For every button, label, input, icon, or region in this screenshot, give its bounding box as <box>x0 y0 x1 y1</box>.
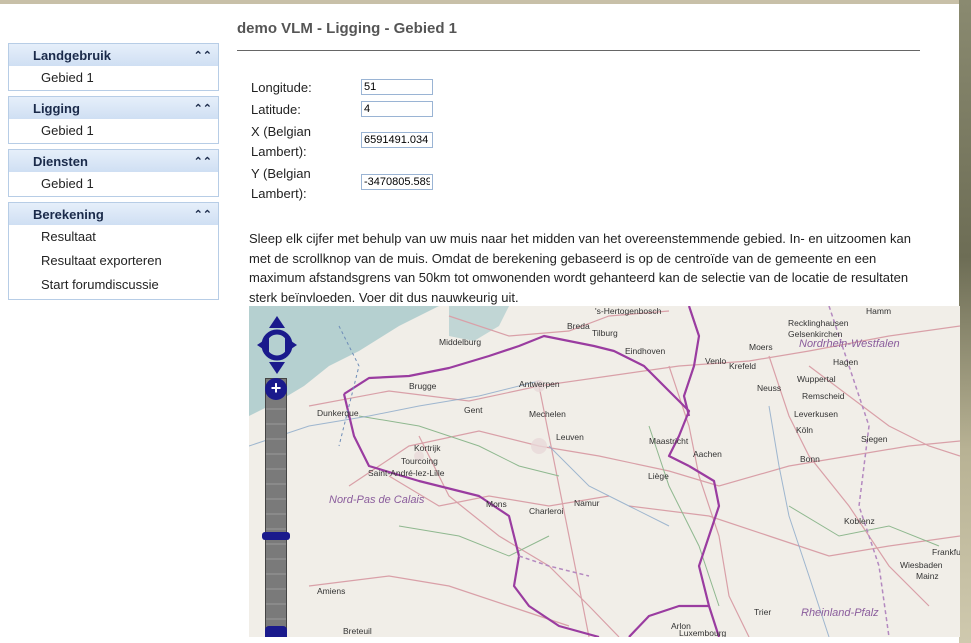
map-region-label: Rheinland-Pfalz <box>801 607 879 619</box>
map-city-label: Breteuil <box>343 626 372 636</box>
map-city-label: Tourcoing <box>401 456 438 466</box>
panel-title: Berekening <box>33 206 104 222</box>
map-city-label: Mechelen <box>529 409 566 419</box>
map-city-label: Frankfurt <box>932 547 960 557</box>
map-city-label: Namur <box>574 498 600 508</box>
panel-header-landgebruik[interactable]: Landgebruik ⌃⌃ <box>9 44 218 66</box>
sidebar-item-gebied-1[interactable]: Gebied 1 <box>9 172 218 196</box>
map-city-label: Middelburg <box>439 337 482 347</box>
panel-berekening: Berekening ⌃⌃ Resultaat Resultaat export… <box>8 202 219 300</box>
map-region-label: Nord-Pas de Calais <box>329 494 425 506</box>
map-city-label: Recklinghausen <box>788 318 849 328</box>
map-city-label: Aachen <box>693 449 722 459</box>
x-label-line2: Lambert): <box>251 144 307 159</box>
map-viewport[interactable]: 's-Hertogenbosch Breda Tilburg Middelburg Ei… <box>249 306 960 637</box>
map-city-label: Brugge <box>409 381 437 391</box>
double-chevron-up-icon[interactable]: ⌃⌃ <box>194 155 212 168</box>
sidebar-item-start-forumdiscussie[interactable]: Start forumdiscussie <box>9 273 218 299</box>
map-city-label: Koblenz <box>844 516 875 526</box>
map-region-label: Nordrhein-Westfalen <box>799 338 900 350</box>
map-city-label: Dunkerque <box>317 408 359 418</box>
title-divider <box>237 50 920 51</box>
panel-header-diensten[interactable]: Diensten ⌃⌃ <box>9 150 218 172</box>
map-city-label: Eindhoven <box>625 346 666 356</box>
map-city-label: Leuven <box>556 432 584 442</box>
map-city-label: Venlo <box>705 356 727 366</box>
map-city-label: Hamm <box>866 306 892 316</box>
map-city-label: Antwerpen <box>519 379 560 389</box>
map-city-label: Saint-André-lez-Lille <box>368 468 445 478</box>
map-city-label: Hagen <box>833 357 859 367</box>
page-title: demo VLM - Ligging - Gebied 1 <box>237 20 457 37</box>
map-city-label: 's-Hertogenbosch <box>595 306 662 316</box>
x-lambert-field[interactable] <box>361 132 433 148</box>
map-city-label: Neuss <box>757 383 782 393</box>
map-city-label: Kortrijk <box>414 443 441 453</box>
pan-arrows-icon[interactable] <box>257 316 297 374</box>
zoom-bar[interactable] <box>265 378 287 637</box>
x-label-line1: X (Belgian <box>251 124 311 139</box>
instructions-text: Sleep elk cijfer met behulp van uw muis … <box>249 231 911 305</box>
y-label: Y (Belgian Lambert): <box>251 164 311 204</box>
panel-header-ligging[interactable]: Ligging ⌃⌃ <box>9 97 218 119</box>
background-strip-right <box>959 0 971 643</box>
longitude-field[interactable] <box>361 79 433 95</box>
map-city-label: Siegen <box>861 434 888 444</box>
map-city-label: Luxembourg <box>679 628 727 637</box>
y-label-line2: Lambert): <box>251 186 307 201</box>
map-city-label: Gent <box>464 405 483 415</box>
map-city-label: Leverkusen <box>794 409 838 419</box>
map-city-label: Remscheid <box>802 391 845 401</box>
map-city-label: Moers <box>749 342 773 352</box>
map-city-label: Köln <box>796 425 814 435</box>
map-city-label: Maastricht <box>649 436 689 446</box>
sidebar-item-resultaat-exporteren[interactable]: Resultaat exporteren <box>9 249 218 273</box>
panel-header-berekening[interactable]: Berekening ⌃⌃ <box>9 203 218 225</box>
map-city-label: Breda <box>567 321 590 331</box>
double-chevron-up-icon[interactable]: ⌃⌃ <box>194 208 212 221</box>
zoom-slider-handle[interactable] <box>262 532 290 540</box>
map-city-label: Bonn <box>800 454 820 464</box>
map-city-label: Tilburg <box>592 328 618 338</box>
background-strip-top <box>0 0 971 4</box>
map-city-label: Wuppertal <box>797 374 836 384</box>
sidebar-item-resultaat[interactable]: Resultaat <box>9 225 218 249</box>
latitude-label: Latitude: <box>251 102 301 117</box>
sidebar-item-gebied-1[interactable]: Gebied 1 <box>9 66 218 90</box>
double-chevron-up-icon[interactable]: ⌃⌃ <box>194 102 212 115</box>
longitude-label: Longitude: <box>251 80 312 95</box>
y-label-line1: Y (Belgian <box>251 166 311 181</box>
panel-landgebruik: Landgebruik ⌃⌃ Gebied 1 <box>8 43 219 91</box>
sidebar: Landgebruik ⌃⌃ Gebied 1 Ligging ⌃⌃ Gebie… <box>8 43 219 305</box>
panel-diensten: Diensten ⌃⌃ Gebied 1 <box>8 149 219 197</box>
map-tiles <box>249 306 960 637</box>
x-label: X (Belgian Lambert): <box>251 122 311 162</box>
map-city-label: Krefeld <box>729 361 756 371</box>
panel-title: Ligging <box>33 100 80 116</box>
map-city-label: Liège <box>648 471 669 481</box>
panel-title: Landgebruik <box>33 47 112 63</box>
map-city-label: Amiens <box>317 586 346 596</box>
double-chevron-up-icon[interactable]: ⌃⌃ <box>194 49 212 62</box>
panel-ligging: Ligging ⌃⌃ Gebied 1 <box>8 96 219 144</box>
map-city-label: Wiesbaden <box>900 560 943 570</box>
map-city-label: Mainz <box>916 571 939 581</box>
panel-title: Diensten <box>33 153 88 169</box>
sidebar-item-gebied-1[interactable]: Gebied 1 <box>9 119 218 143</box>
map-city-label: Mons <box>486 499 507 509</box>
zoom-in-button[interactable]: + <box>265 378 287 400</box>
latitude-field[interactable] <box>361 101 433 117</box>
map-city-label: Charleroi <box>529 506 564 516</box>
y-lambert-field[interactable] <box>361 174 433 190</box>
zoom-out-icon[interactable] <box>265 626 287 637</box>
map-city-label: Trier <box>754 607 772 617</box>
